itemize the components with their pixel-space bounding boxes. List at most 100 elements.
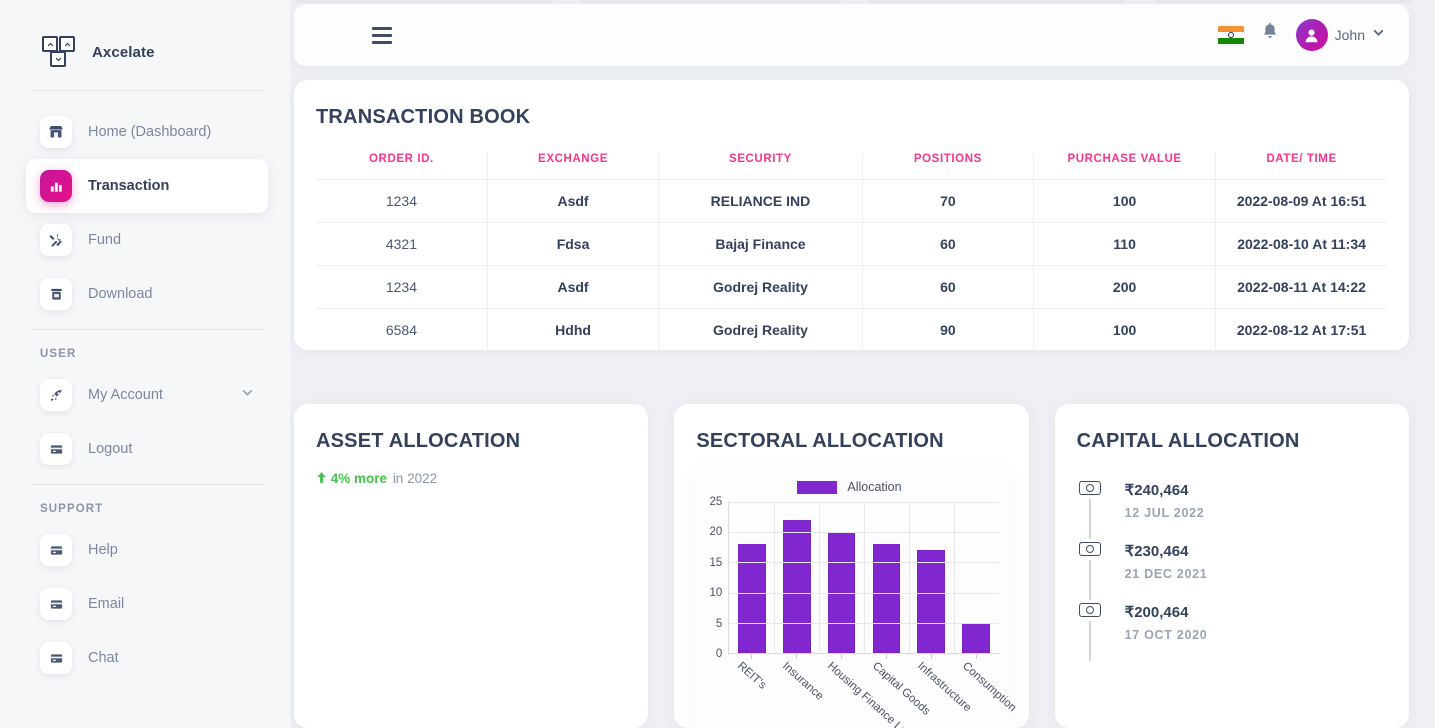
sidebar-item-email[interactable]: Email: [26, 577, 268, 631]
cell-positions: 90: [862, 308, 1035, 351]
sidebar-user-nav: My Account Logout: [0, 364, 290, 476]
chart-bar[interactable]: [737, 544, 766, 653]
legend-swatch: [797, 480, 838, 494]
chart-y-tick: 20: [709, 526, 723, 539]
legend-label: Allocation: [847, 480, 902, 494]
sidebar: Axcelate Home (Dashboard) Transaction Fu…: [0, 0, 290, 728]
cell-exchange: Asdf: [487, 265, 660, 309]
india-flag-icon[interactable]: [1217, 25, 1244, 45]
cell-positions: 60: [862, 222, 1035, 266]
table-row[interactable]: 4321 Fdsa Bajaj Finance 60 110 2022-08-1…: [316, 222, 1387, 266]
asset-allocation-title: ASSET ALLOCATION: [316, 430, 521, 452]
cell-date-time: 2022-08-12 At 17:51: [1215, 308, 1387, 351]
asset-allocation-trend: 4% more in 2022: [316, 471, 626, 486]
chart-bar[interactable]: [917, 550, 946, 653]
chart-bar-slot: [819, 502, 864, 653]
topbar: John: [294, 4, 1409, 66]
capital-allocation-card: CAPITAL ALLOCATION ₹240,464 12 JUL 2022 …: [1054, 404, 1409, 728]
sidebar-group-user: USER: [40, 348, 77, 360]
timeline-date: 21 DEC 2021: [1124, 567, 1208, 581]
timeline-entry[interactable]: ₹240,464 12 JUL 2022: [1078, 481, 1387, 542]
allocation-cards-row: ASSET ALLOCATION 4% more in 2022 SECTORA…: [294, 404, 1409, 728]
notification-bell-icon[interactable]: [1260, 22, 1280, 48]
column-header-exchange[interactable]: EXCHANGE: [487, 153, 660, 180]
brand[interactable]: Axcelate: [0, 0, 290, 74]
chart-bar[interactable]: [962, 622, 991, 653]
banknote-icon: [1078, 542, 1101, 556]
sidebar-item-my-account[interactable]: My Account: [26, 368, 268, 422]
sidebar-item-label: Transaction: [88, 178, 170, 194]
column-header-date-time[interactable]: DATE/ TIME: [1216, 153, 1387, 180]
card-icon: [40, 534, 72, 566]
sidebar-divider-support: [32, 484, 266, 485]
arrow-up-icon: [316, 471, 331, 486]
cell-security: Godrej Reality: [658, 265, 863, 309]
chart-gridline: [863, 502, 865, 653]
timeline-amount: ₹200,464: [1124, 604, 1189, 621]
asset-allocation-card: ASSET ALLOCATION 4% more in 2022: [294, 404, 649, 728]
table-row[interactable]: 1234 Asdf Godrej Reality 60 200 2022-08-…: [316, 265, 1387, 309]
sidebar-item-label: Download: [88, 286, 153, 302]
sidebar-item-chat[interactable]: Chat: [26, 631, 268, 685]
user-avatar-icon: [1295, 19, 1328, 51]
sidebar-item-label: My Account: [88, 387, 163, 403]
chart-x-tick: [931, 654, 933, 659]
cell-positions: 60: [862, 265, 1035, 309]
banknote-icon: [1078, 481, 1101, 495]
chart-x-tick: [840, 654, 842, 659]
cell-security: Bajaj Finance: [658, 222, 863, 266]
sectoral-allocation-card: SECTORAL ALLOCATION Allocation 0 5 10 15 20 2…: [674, 404, 1029, 728]
column-header-purchase-value[interactable]: PURCHASE VALUE: [1033, 153, 1217, 180]
column-header-order-id[interactable]: ORDER ID.: [316, 153, 488, 180]
hamburger-menu-icon[interactable]: [372, 26, 392, 44]
chart-x-label: REIT's: [734, 660, 769, 692]
chevron-down-icon[interactable]: [241, 386, 254, 404]
chart-y-tick: 25: [709, 496, 723, 508]
sidebar-item-label: Fund: [88, 232, 122, 248]
timeline-entry[interactable]: ₹200,464 17 OCT 2020: [1078, 603, 1387, 664]
user-profile-menu[interactable]: John: [1295, 19, 1385, 51]
chart-x-tick: [795, 654, 797, 659]
card-icon: [40, 642, 72, 674]
sidebar-item-fund[interactable]: Fund: [26, 213, 268, 267]
user-name-label: John: [1334, 27, 1365, 43]
chart-x-axis: REIT's Insurance Housing Finance Lenders Ca…: [728, 654, 1018, 728]
chart-legend: Allocation: [700, 476, 998, 498]
chart-bar-slot: [864, 502, 909, 653]
column-header-positions[interactable]: POSITIONS: [862, 153, 1035, 180]
cell-security: Godrej Reality: [658, 308, 863, 351]
table-row[interactable]: 1234 Asdf RELIANCE IND 70 100 2022-08-09…: [316, 179, 1387, 223]
chart-y-tick: 5: [715, 617, 723, 630]
sidebar-item-label: Chat: [88, 650, 119, 666]
timeline-amount: ₹230,464: [1124, 543, 1189, 560]
sidebar-item-home[interactable]: Home (Dashboard): [26, 105, 268, 159]
rocket-icon: [40, 379, 72, 411]
banknote-icon: [1078, 603, 1101, 617]
transaction-book-card: TRANSACTION BOOK ORDER ID. EXCHANGE SECU…: [294, 80, 1409, 351]
column-header-security[interactable]: SECURITY: [658, 153, 863, 180]
main-content: John TRANSACTION BOOK ORDER ID. EXCHANGE…: [290, 0, 1435, 728]
sidebar-item-label: Help: [88, 542, 118, 558]
timeline-rail: [1088, 560, 1091, 600]
bar-chart-icon: [40, 170, 72, 202]
table-header-row: ORDER ID. EXCHANGE SECURITY POSITIONS PU…: [316, 153, 1387, 180]
chart-bar[interactable]: [782, 520, 811, 653]
chart-y-tick: 0: [715, 648, 723, 660]
table-row[interactable]: 6584 Hdhd Godrej Reality 90 100 2022-08-…: [316, 308, 1387, 351]
timeline-date: 17 OCT 2020: [1124, 628, 1208, 642]
chart-gridline: [774, 502, 776, 653]
cell-exchange: Fdsa: [487, 222, 660, 266]
sidebar-item-transaction[interactable]: Transaction: [26, 159, 268, 213]
card-icon: [40, 433, 72, 465]
timeline-entry[interactable]: ₹230,464 21 DEC 2021: [1078, 542, 1387, 603]
sidebar-main-nav: Home (Dashboard) Transaction Fund Downlo…: [0, 91, 290, 321]
sidebar-item-help[interactable]: Help: [26, 523, 268, 577]
sectoral-allocation-title: SECTORAL ALLOCATION: [696, 430, 944, 452]
cell-purchase-value: 200: [1033, 265, 1217, 309]
cell-purchase-value: 100: [1033, 179, 1217, 223]
chart-gridline: [908, 502, 910, 653]
chevron-down-icon[interactable]: [1372, 26, 1385, 44]
chart-bar[interactable]: [872, 544, 901, 653]
sidebar-item-download[interactable]: Download: [26, 267, 268, 321]
sidebar-item-logout[interactable]: Logout: [26, 422, 268, 476]
